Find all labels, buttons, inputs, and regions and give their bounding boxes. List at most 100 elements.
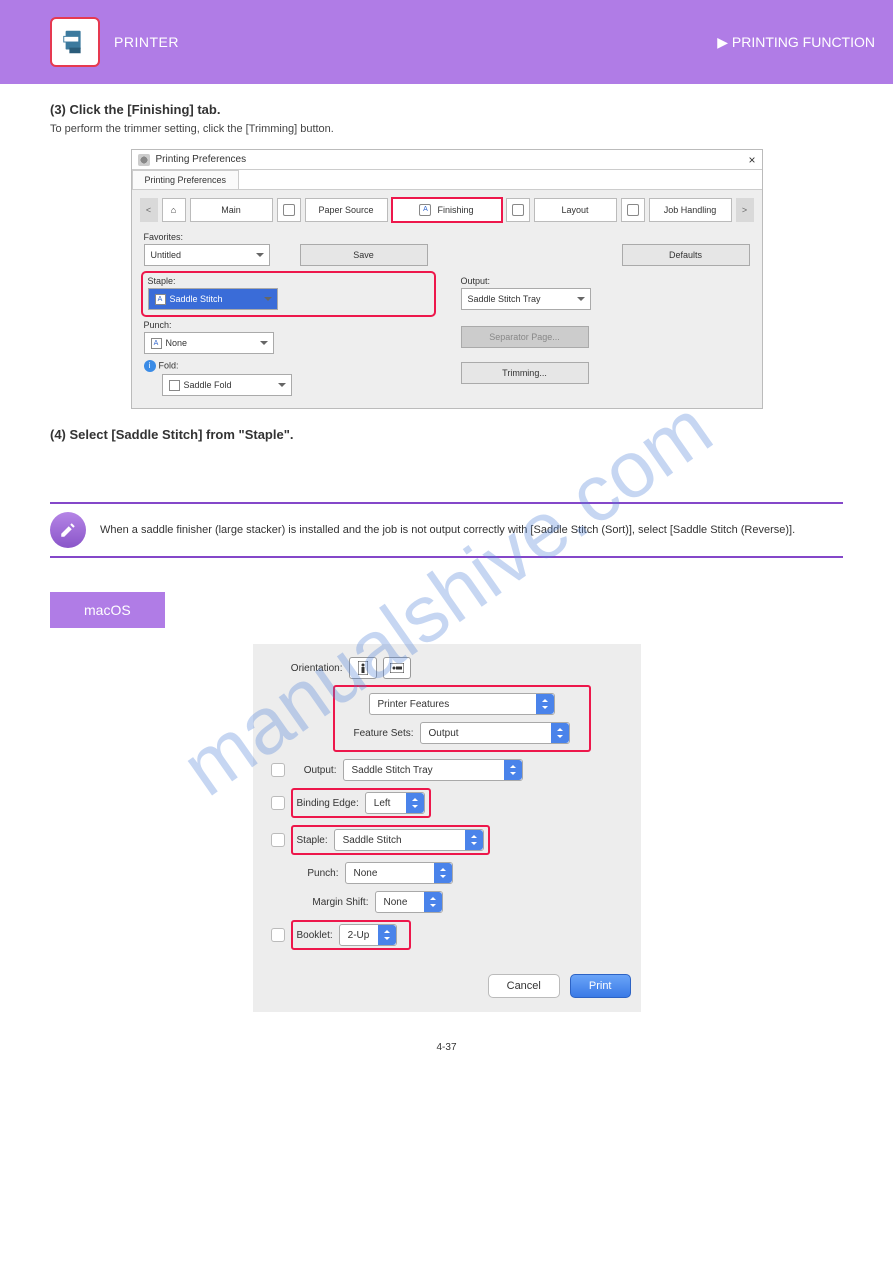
left-column: Staple: ASaddle Stitch Punch: ANone iFol… — [144, 276, 433, 396]
sub-tabstrip: Printing Preferences — [132, 170, 762, 190]
punch-label: Punch: — [144, 320, 433, 330]
punch-dropdown[interactable]: ANone — [144, 332, 274, 354]
orientation-row: Orientation: — [263, 657, 631, 679]
staple-label: Staple: — [148, 276, 429, 286]
doc-icon: A — [419, 204, 431, 216]
binding-row: Binding Edge: Left — [263, 788, 631, 818]
mac-punch-label: Punch: — [263, 868, 339, 879]
step-3-heading: (3) Click the [Finishing] tab. — [50, 102, 843, 117]
finishing-panel: Staple: ASaddle Stitch Punch: ANone iFol… — [132, 270, 762, 408]
cancel-button[interactable]: Cancel — [488, 974, 560, 998]
grid-icon — [512, 204, 524, 216]
staple-dropdown[interactable]: ASaddle Stitch — [148, 288, 278, 310]
mac-staple-label: Staple: — [297, 835, 328, 846]
binding-edge-dropdown[interactable]: Left — [365, 792, 425, 814]
tab-finishing[interactable]: AFinishing — [392, 198, 502, 222]
tab-paper-source-icon[interactable] — [277, 198, 301, 222]
doc-mini-icon: A — [151, 338, 162, 349]
punch-row: Punch: None — [263, 862, 631, 884]
fold-dropdown[interactable]: Saddle Fold — [162, 374, 292, 396]
dialog-titlebar: Printing Preferences × — [132, 150, 762, 170]
favorites-label: Favorites: — [144, 232, 270, 242]
chevron-updown-icon — [504, 760, 522, 780]
print-button[interactable]: Print — [570, 974, 631, 998]
output-dropdown[interactable]: Saddle Stitch Tray — [461, 288, 591, 310]
separator-page-button[interactable]: Separator Page... — [461, 326, 589, 348]
margin-shift-dropdown[interactable]: None — [375, 891, 443, 913]
margin-shift-row: Margin Shift: None — [263, 891, 631, 913]
defaults-button[interactable]: Defaults — [622, 244, 750, 266]
trimming-button[interactable]: Trimming... — [461, 362, 589, 384]
mac-staple-dropdown[interactable]: Saddle Stitch — [334, 829, 484, 851]
tab-next-button[interactable]: > — [736, 198, 754, 222]
chevron-updown-icon — [406, 793, 424, 813]
save-button[interactable]: Save — [300, 244, 428, 266]
favorites-dropdown[interactable]: Untitled — [144, 244, 270, 266]
step-3-sub: To perform the trimmer setting, click th… — [50, 123, 843, 135]
printer-icon — [138, 154, 150, 166]
staple-row: Staple: Saddle Stitch — [263, 825, 631, 855]
macos-dialog: Orientation: Printer Features Feature Se… — [253, 644, 641, 1012]
mac-output-dropdown[interactable]: Saddle Stitch Tray — [343, 759, 523, 781]
booklet-label: Booklet: — [297, 930, 333, 941]
macos-heading: macOS — [50, 592, 165, 628]
pencil-icon — [50, 512, 86, 548]
chevron-updown-icon — [465, 830, 483, 850]
note-text: When a saddle finisher (large stacker) i… — [100, 524, 795, 536]
close-icon[interactable]: × — [748, 153, 755, 167]
printer-section-icon — [50, 17, 100, 67]
dialog-actions: Cancel Print — [263, 974, 631, 998]
tab-home-icon[interactable]: ⌂ — [162, 198, 186, 222]
header-breadcrumb: ▶ PRINTING FUNCTION — [717, 34, 875, 51]
home-icon: ⌂ — [171, 205, 176, 215]
feature-sets-dropdown[interactable]: Output — [420, 722, 570, 744]
doc-mini-icon: A — [155, 294, 166, 305]
booklet-dropdown[interactable]: 2-Up — [339, 924, 397, 946]
page-header: PRINTER ▶ PRINTING FUNCTION — [0, 0, 893, 84]
chevron-updown-icon — [434, 863, 452, 883]
tab-job-handling-icon[interactable] — [621, 198, 645, 222]
feature-sets-label: Feature Sets: — [353, 728, 413, 739]
output-label: Output: — [461, 276, 750, 286]
binding-checkbox[interactable] — [271, 796, 285, 810]
tab-layout-icon[interactable] — [506, 198, 530, 222]
orientation-portrait-button[interactable] — [349, 657, 377, 679]
section-dropdown[interactable]: Printer Features — [369, 693, 555, 715]
chevron-updown-icon — [536, 694, 554, 714]
binding-edge-label: Binding Edge: — [297, 798, 359, 809]
dialog-title: Printing Preferences — [156, 154, 247, 165]
orientation-landscape-button[interactable] — [383, 657, 411, 679]
note-bar: When a saddle finisher (large stacker) i… — [50, 502, 843, 558]
chevron-updown-icon — [551, 723, 569, 743]
output-row: Output: Saddle Stitch Tray — [263, 759, 631, 781]
fold-label: iFold: — [144, 360, 433, 372]
tab-row: < ⌂ Main Paper Source AFinishing Layout … — [132, 190, 762, 228]
favorites-row: Favorites: Untitled Save Defaults — [132, 228, 762, 270]
info-icon: i — [144, 360, 156, 372]
right-column: Output: Saddle Stitch Tray Separator Pag… — [461, 276, 750, 396]
booklet-checkbox[interactable] — [271, 928, 285, 942]
page-icon — [283, 204, 295, 216]
mac-output-label: Output: — [291, 765, 337, 776]
staple-checkbox[interactable] — [271, 833, 285, 847]
doc-mini-icon — [169, 380, 180, 391]
mac-punch-dropdown[interactable]: None — [345, 862, 453, 884]
header-title: PRINTER — [114, 34, 179, 50]
output-checkbox[interactable] — [271, 763, 285, 777]
page-number: 4-37 — [50, 1042, 843, 1053]
tab-paper-source[interactable]: Paper Source — [305, 198, 388, 222]
subtab-printing-preferences[interactable]: Printing Preferences — [132, 170, 240, 189]
clipboard-icon — [627, 204, 639, 216]
windows-dialog: Printing Preferences × Printing Preferen… — [131, 149, 763, 409]
printer-features-group: Printer Features Feature Sets: Output — [333, 685, 591, 752]
step-4-heading: (4) Select [Saddle Stitch] from "Staple"… — [50, 427, 843, 442]
orientation-label: Orientation: — [263, 663, 343, 674]
tab-layout[interactable]: Layout — [534, 198, 617, 222]
tab-main[interactable]: Main — [190, 198, 273, 222]
chevron-updown-icon — [378, 925, 396, 945]
chevron-updown-icon — [424, 892, 442, 912]
tab-prev-button[interactable]: < — [140, 198, 158, 222]
margin-shift-label: Margin Shift: — [263, 897, 369, 908]
booklet-row: Booklet: 2-Up — [263, 920, 631, 950]
tab-job-handling[interactable]: Job Handling — [649, 198, 732, 222]
